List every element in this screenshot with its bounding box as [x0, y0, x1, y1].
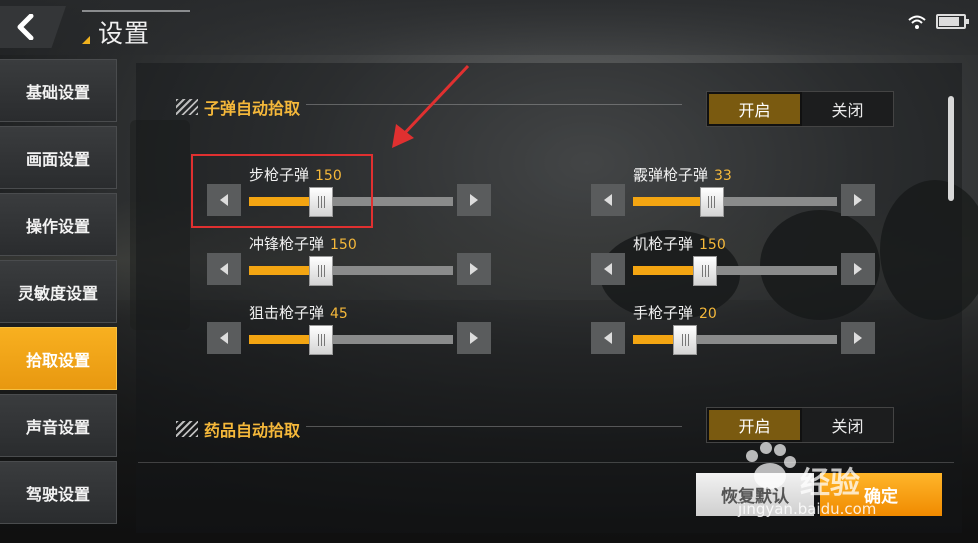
slider-thumb[interactable]: [673, 325, 697, 355]
back-arrow-icon: [17, 14, 34, 40]
sidebar-item-driving[interactable]: 驾驶设置: [0, 461, 117, 524]
battery-level: [939, 17, 959, 26]
sidebar-item-sensitivity[interactable]: 灵敏度设置: [0, 260, 117, 323]
right-arrow-icon: [854, 332, 862, 344]
increase-button[interactable]: [841, 184, 875, 216]
status-area: [908, 14, 969, 29]
increase-button[interactable]: [457, 322, 491, 354]
page-title: 设置: [98, 19, 151, 48]
slider-label: 冲锋枪子弹 150: [249, 233, 357, 254]
slider-value: 45: [330, 306, 348, 322]
slider-value: 33: [714, 168, 732, 184]
slider-name: 手枪子弹: [633, 304, 694, 322]
decrease-button[interactable]: [591, 322, 625, 354]
divider: [306, 426, 682, 427]
slider-track[interactable]: [633, 325, 837, 355]
decrease-button[interactable]: [591, 184, 625, 216]
medicine-section-label: 药品自动拾取: [204, 421, 301, 440]
right-arrow-icon: [854, 263, 862, 275]
slider-shotgun-ammo: 霰弹枪子弹 33: [591, 164, 877, 224]
sidebar: 基础设置 画面设置 操作设置 灵敏度设置 拾取设置 声音设置 驾驶设置: [0, 59, 118, 528]
sidebar-item-controls[interactable]: 操作设置: [0, 193, 117, 256]
slider-label: 手枪子弹 20: [633, 302, 717, 323]
medicine-toggle-off[interactable]: 关闭: [802, 408, 893, 442]
slider-pistol-ammo: 手枪子弹 20: [591, 302, 877, 362]
slider-track[interactable]: [249, 256, 453, 286]
slider-thumb[interactable]: [309, 325, 334, 355]
ammo-toggle-on[interactable]: 开启: [707, 92, 802, 126]
increase-button[interactable]: [457, 184, 491, 216]
scrollbar[interactable]: [948, 96, 954, 201]
ammo-toggle-off[interactable]: 关闭: [802, 92, 893, 126]
decrease-button[interactable]: [207, 322, 241, 354]
slider-label: 霰弹枪子弹 33: [633, 164, 732, 185]
decrease-button[interactable]: [207, 253, 241, 285]
annotation-arrow-icon: [392, 64, 470, 148]
medicine-section-title: 药品自动拾取: [176, 417, 300, 441]
slider-name: 冲锋枪子弹: [249, 235, 325, 253]
increase-button[interactable]: [457, 253, 491, 285]
slider-lmg-ammo: 机枪子弹 150: [591, 233, 877, 293]
wifi-icon: [908, 15, 926, 29]
slider-thumb[interactable]: [309, 256, 334, 286]
sidebar-item-sound[interactable]: 声音设置: [0, 394, 117, 457]
right-arrow-icon: [470, 263, 478, 275]
medicine-toggle: 开启 关闭: [706, 407, 894, 443]
stripe-icon: [176, 99, 198, 115]
slider-thumb[interactable]: [699, 187, 724, 217]
watermark-url: jingyan.baidu.com: [738, 500, 877, 518]
slider-track[interactable]: [249, 325, 453, 355]
right-arrow-icon: [854, 194, 862, 206]
slider-track[interactable]: [633, 187, 837, 217]
slider-smg-ammo: 冲锋枪子弹 150: [207, 233, 493, 293]
slider-thumb[interactable]: [693, 256, 718, 286]
title-accent: [82, 36, 90, 44]
ammo-toggle: 开启 关闭: [706, 91, 894, 127]
ammo-section-label: 子弹自动拾取: [204, 99, 301, 118]
slider-name: 机枪子弹: [633, 235, 694, 253]
slider-track[interactable]: [633, 256, 837, 286]
sidebar-item-pickup[interactable]: 拾取设置: [0, 327, 117, 390]
highlight-box: [191, 154, 373, 228]
sidebar-item-graphics[interactable]: 画面设置: [0, 126, 117, 189]
battery-icon: [936, 14, 969, 29]
decrease-button[interactable]: [591, 253, 625, 285]
left-arrow-icon: [220, 332, 228, 344]
left-arrow-icon: [604, 194, 612, 206]
sidebar-item-basic[interactable]: 基础设置: [0, 59, 117, 122]
right-arrow-icon: [470, 332, 478, 344]
slider-value: 20: [699, 306, 717, 322]
right-arrow-icon: [470, 194, 478, 206]
stripe-icon: [176, 421, 198, 437]
left-arrow-icon: [220, 263, 228, 275]
slider-label: 狙击枪子弹 45: [249, 302, 348, 323]
slider-sniper-ammo: 狙击枪子弹 45: [207, 302, 493, 362]
ammo-section-title: 子弹自动拾取: [176, 95, 300, 119]
slider-name: 霰弹枪子弹: [633, 166, 709, 184]
medicine-toggle-on[interactable]: 开启: [707, 408, 802, 442]
divider: [306, 104, 682, 105]
left-arrow-icon: [604, 263, 612, 275]
left-arrow-icon: [604, 332, 612, 344]
slider-label: 机枪子弹 150: [633, 233, 726, 254]
increase-button[interactable]: [841, 253, 875, 285]
increase-button[interactable]: [841, 322, 875, 354]
slider-value: 150: [330, 237, 357, 253]
slider-name: 狙击枪子弹: [249, 304, 325, 322]
watermark-brand: 经验: [800, 466, 860, 501]
slider-value: 150: [699, 237, 726, 253]
